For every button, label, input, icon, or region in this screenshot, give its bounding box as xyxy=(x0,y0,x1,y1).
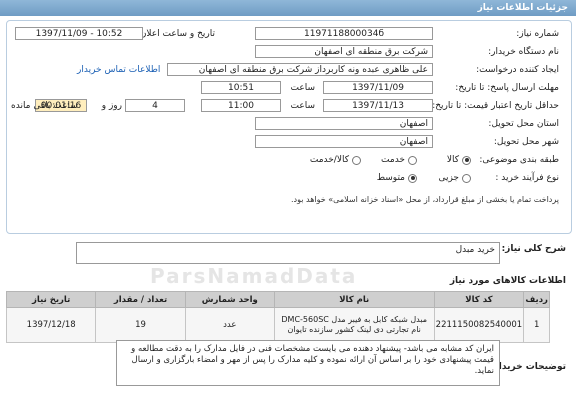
days-label: روز و xyxy=(101,101,122,111)
validity-label: حداقل تاریخ اعتبار قیمت: تا تاریخ: xyxy=(432,101,559,111)
send-deadline-time-field: 10:51 xyxy=(201,81,281,94)
radio-icon xyxy=(352,155,361,165)
city-field: اصفهان xyxy=(255,135,433,148)
buyer-org-field: شرکت برق منطقه ای اصفهان xyxy=(255,45,433,58)
remaining-label: ساعت باقی مانده xyxy=(11,101,78,111)
col-name: نام کالا xyxy=(273,291,435,308)
process-label: نوع فرآیند خرید : xyxy=(495,173,559,183)
table-row[interactable]: 1 2211150082540001 مبدل شبکه کابل به فیب… xyxy=(5,307,550,343)
cell-date: 1397/12/18 xyxy=(5,307,97,343)
buyer-org-label: نام دستگاه خریدار: xyxy=(488,47,559,57)
validity-days-field: 4 xyxy=(125,99,185,112)
col-code: کد کالا xyxy=(433,291,525,308)
need-number-field: 1197118800034б xyxy=(255,27,433,40)
category-option-goods-service[interactable]: کالا/خدمت xyxy=(310,155,361,165)
city-label: شهر محل تحویل: xyxy=(493,137,559,147)
need-number-label: شماره نیاز: xyxy=(516,29,559,39)
radio-icon xyxy=(462,173,471,183)
validity-time-field: 11:00 xyxy=(201,99,281,112)
process-option-medium[interactable]: متوسط xyxy=(377,173,417,183)
send-deadline-date-field: 1397/11/09 xyxy=(323,81,433,94)
validity-date-field: 1397/11/13 xyxy=(323,99,433,112)
goods-table: ردیف کد کالا نام کالا واحد شمارش تعداد /… xyxy=(5,291,550,343)
goods-table-header: ردیف کد کالا نام کالا واحد شمارش تعداد /… xyxy=(5,291,550,308)
buyer-contact-link[interactable]: اطلاعات تماس خریدار xyxy=(77,65,160,75)
province-field: اصفهان xyxy=(255,117,433,130)
description-field: خرید مبدل xyxy=(76,242,500,264)
watermark: ParsNamadData xyxy=(150,264,358,288)
radio-icon xyxy=(408,155,417,165)
cell-qty: 19 xyxy=(95,307,186,343)
validity-time-label: ساعت xyxy=(290,101,316,111)
col-unit: واحد شمارش xyxy=(184,291,275,308)
col-date: تاریخ نیاز xyxy=(5,291,97,308)
send-deadline-time-label: ساعت xyxy=(290,83,316,93)
goods-section-label: اطلاعات کالاهای مورد نیاز xyxy=(449,276,566,286)
cell-code: 2211150082540001 xyxy=(433,307,525,343)
cell-unit: عدد xyxy=(184,307,275,343)
province-label: استان محل تحویل: xyxy=(488,119,559,129)
creator-field: علی ظاهری عبده ونه کاربرداز شرکت برق منط… xyxy=(167,63,433,76)
radio-selected-icon xyxy=(408,173,417,183)
buyer-notes-label: توضیحات خریدار: xyxy=(490,362,566,372)
page-title: جزئیات اطلاعات نیاز xyxy=(0,0,576,16)
category-option-goods[interactable]: کالا xyxy=(447,155,471,165)
cell-row: 1 xyxy=(523,307,550,343)
col-qty: تعداد / مقدار xyxy=(95,291,186,308)
creator-label: ایجاد کننده درخواست: xyxy=(476,65,559,75)
category-label: طبقه بندی موضوعی: xyxy=(479,155,559,165)
send-deadline-label: مهلت ارسال پاسخ: تا تاریخ: xyxy=(455,83,559,93)
col-row: ردیف xyxy=(523,291,550,308)
description-label: شرح کلی نیاز: xyxy=(501,244,566,254)
category-option-service[interactable]: خدمت xyxy=(381,155,417,165)
payment-note: پرداخت تمام یا بخشی از مبلغ قرارداد، از … xyxy=(291,195,559,204)
announce-datetime-field: 1397/11/09 - 10:52 xyxy=(15,27,143,40)
buyer-notes-field: ایران کد مشابه می باشد- پیشنهاد دهنده می… xyxy=(116,340,500,386)
need-details-panel: شماره نیاز: 1197118800034б تاریخ و ساعت … xyxy=(6,20,572,234)
process-option-minor[interactable]: جزیی xyxy=(438,173,471,183)
cell-name: مبدل شبکه کابل به فیبر مدل DMC-560SC نام… xyxy=(273,307,435,343)
note-bullet-mask xyxy=(559,195,567,203)
radio-selected-icon xyxy=(462,155,471,165)
